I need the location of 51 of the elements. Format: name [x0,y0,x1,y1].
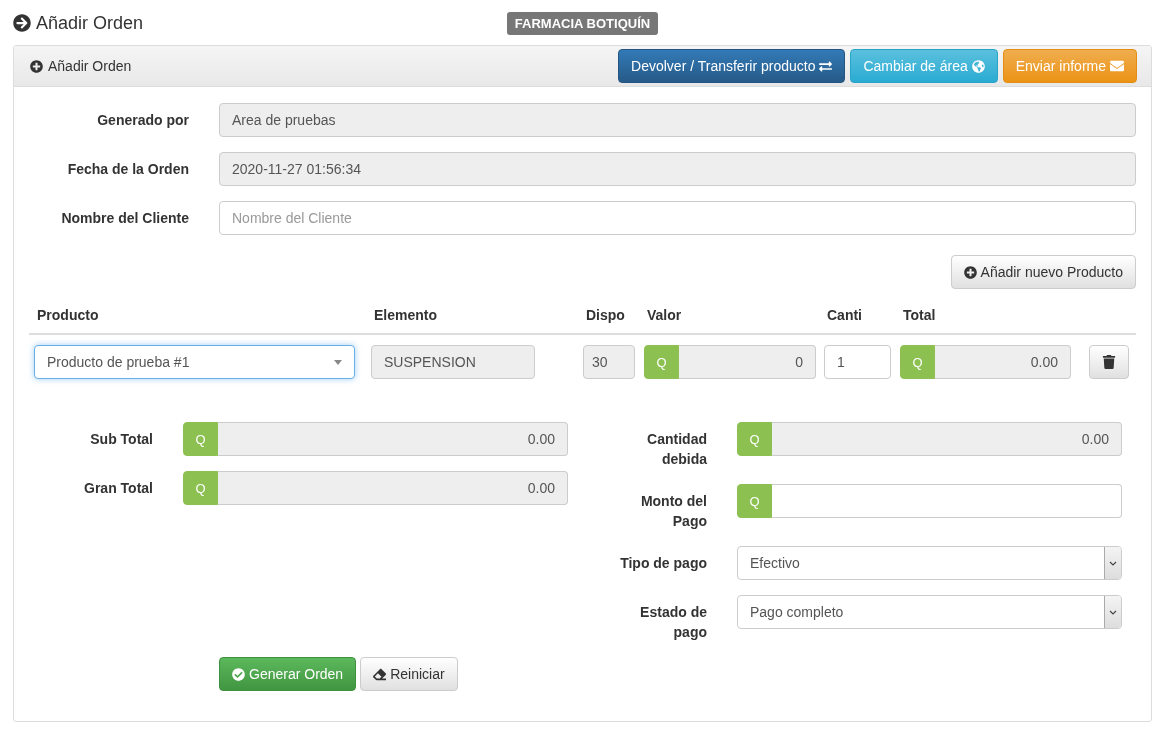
select-field[interactable]: Pago completo [737,595,1122,629]
currency-addon: Q [737,484,772,518]
amount-field[interactable] [772,484,1122,518]
caret-icon [334,359,342,365]
currency-addon: Q [644,345,679,379]
element-field[interactable]: SUSPENSION [371,345,535,379]
amount-field[interactable]: 0.00 [218,471,568,505]
field-label: Nombre del Cliente [60,209,189,228]
quantity-field[interactable]: 1 [824,345,891,379]
field-label: Sub Total [89,430,153,449]
form-button[interactable]: Reiniciar [360,657,458,691]
trash-icon [1102,355,1116,369]
field-label: Monto del Pago [639,492,707,531]
currency-addon: Q [183,422,218,456]
column-header: Producto [36,307,100,323]
envelope-icon [1110,59,1124,73]
add-product-button[interactable]: Añadir nuevo Producto [950,255,1136,289]
transfer-arrows-icon [819,59,833,73]
currency-addon: Q [737,422,772,456]
text-field[interactable]: 2020-11-27 01:56:34 [219,152,1136,186]
amount-field[interactable]: 0.00 [935,345,1071,379]
brand-badge: FARMACIA BOTIQUÍN [506,11,659,35]
delete-button[interactable] [1089,345,1129,379]
text-field[interactable]: Area de pruebas [219,103,1136,137]
field-label: Estado de pago [639,603,707,642]
panel-title: Añadir Orden [48,58,132,74]
product-select[interactable]: Producto de prueba #1 [34,345,355,379]
field-label: Fecha de la Orden [66,160,189,179]
amount-field[interactable]: 0 [679,345,816,379]
field-label: Tipo de pago [619,554,707,573]
column-header: Total [902,307,937,323]
column-header: Dispo [585,307,626,323]
field-label: Cantidad debida [646,430,707,469]
text-field[interactable]: Nombre del Cliente [219,201,1136,235]
amount-field[interactable]: 0.00 [218,422,568,456]
column-header: Valor [646,307,683,323]
field-label: Generado por [96,111,189,130]
available-field[interactable]: 30 [583,345,635,379]
eraser-icon [373,667,387,681]
page-title: Añadir Orden [36,12,144,34]
currency-addon: Q [900,345,935,379]
field-label: Gran Total [83,479,153,498]
column-header: Canti [826,307,863,323]
currency-addon: Q [183,471,218,505]
action-button[interactable]: Devolver / Transferir producto [618,49,846,83]
globe-icon [971,59,985,73]
chevron-down-icon [1109,560,1117,566]
amount-field[interactable]: 0.00 [772,422,1122,456]
select-field[interactable]: Efectivo [737,546,1122,580]
column-header: Elemento [373,307,438,323]
chevron-down-icon [1109,609,1117,615]
